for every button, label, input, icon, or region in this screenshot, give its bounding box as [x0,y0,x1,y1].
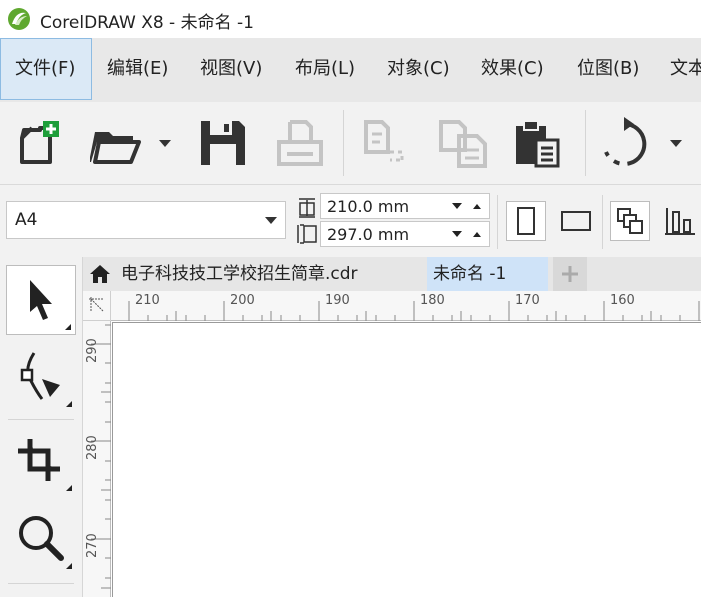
page-height-icon [297,224,317,244]
toolbar-separator [497,195,498,249]
page-border-left [112,322,113,597]
save-icon [201,121,245,165]
toolbar-separator [602,195,603,249]
open-dropdown-arrow[interactable] [159,140,171,147]
page-height-field[interactable]: 297.0 mm [320,221,490,247]
width-decrement-button[interactable] [447,194,467,218]
drawing-canvas[interactable] [112,322,701,597]
cut-button[interactable] [358,116,412,170]
pick-tool[interactable] [6,265,76,335]
window-title: CorelDRAW X8 - 未命名 -1 [40,13,254,33]
ruler-label: 170 [515,293,540,308]
toolbox-separator [8,583,74,584]
page-size-value: A4 [15,210,38,230]
current-page-button[interactable] [660,201,700,241]
menu-text[interactable]: 文本 [656,38,701,100]
ruler-label: 210 [135,293,160,308]
page-border-top [112,322,701,323]
ruler-label: 160 [610,293,635,308]
print-icon [277,120,323,166]
open-folder-icon [90,132,141,164]
chevron-down-icon [265,217,277,224]
undo-icon [604,117,647,166]
document-tab-untitled[interactable]: 未命名 -1 [427,257,548,291]
flyout-indicator [66,485,72,491]
menu-bitmaps[interactable]: 位图(B) [563,38,653,100]
new-tab-button[interactable] [553,257,587,291]
ruler-origin-icon [89,297,104,312]
menu-view[interactable]: 视图(V) [186,38,276,100]
menu-bar: 文件(F) 编辑(E) 视图(V) 布局(L) 对象(C) 效果(C) 位图(B… [0,38,701,102]
save-button[interactable] [196,116,250,170]
flyout-indicator [66,563,72,569]
ruler-label: 270 [85,533,100,558]
magnifier-icon [19,516,64,561]
ruler-label: 190 [325,293,350,308]
ruler-label: 280 [85,435,100,460]
ruler-origin-corner[interactable] [83,291,111,321]
height-increment-button[interactable] [467,222,487,246]
horizontal-ruler[interactable]: 210 200 190 180 170 160 [111,291,701,321]
undo-button[interactable] [598,116,652,170]
document-tab-bar: 电子科技技工学校招生简章.cdr 未命名 -1 [83,257,701,291]
portrait-button[interactable] [506,201,546,241]
page-size-dropdown[interactable]: A4 [6,201,286,239]
paste-icon [516,120,560,168]
standard-toolbar [0,102,701,185]
home-icon [90,265,110,283]
new-document-button[interactable] [10,116,64,170]
open-button[interactable] [90,116,144,170]
menu-edit[interactable]: 编辑(E) [93,38,182,100]
vertical-ruler[interactable]: 290 280 270 [83,321,111,597]
page-width-value: 210.0 mm [327,197,410,216]
flyout-indicator [65,324,71,330]
pointer-arrow-icon [30,280,52,320]
menu-file[interactable]: 文件(F) [0,38,92,100]
page-layout-icon [665,208,695,235]
plus-icon [562,266,578,282]
toolbar-separator [343,110,344,176]
crop-icon [18,439,60,481]
landscape-icon [561,211,591,231]
crop-tool[interactable] [6,425,76,495]
zoom-tool[interactable] [6,503,76,573]
shape-tool[interactable] [6,341,76,411]
ruler-label: 180 [420,293,445,308]
toolbox [0,257,83,597]
toolbox-separator [8,419,74,420]
ruler-label: 200 [230,293,255,308]
document-tab-brochure[interactable]: 电子科技技工学校招生简章.cdr [117,257,427,291]
width-increment-button[interactable] [467,194,487,218]
all-pages-icon [617,208,643,234]
shape-node-icon [20,352,60,400]
ruler-label: 290 [85,338,100,363]
landscape-button[interactable] [556,201,596,241]
copy-icon [439,120,487,168]
menu-layout[interactable]: 布局(L) [281,38,369,100]
page-width-icon [299,198,315,218]
height-decrement-button[interactable] [447,222,467,246]
cut-icon [364,120,404,162]
paste-button[interactable] [512,116,566,170]
copy-button[interactable] [437,116,491,170]
welcome-home-tab[interactable] [83,257,117,291]
coreldraw-logo-icon [8,8,30,30]
all-pages-button[interactable] [610,201,650,241]
menu-effects[interactable]: 效果(C) [467,38,558,100]
print-button[interactable] [273,116,327,170]
title-bar: CorelDRAW X8 - 未命名 -1 [0,0,701,38]
menu-object[interactable]: 对象(C) [373,38,464,100]
flyout-indicator [66,401,72,407]
toolbar-separator [585,110,586,176]
page-width-field[interactable]: 210.0 mm [320,193,490,219]
portrait-icon [517,207,535,235]
property-bar: A4 210.0 mm 297.0 mm [0,185,701,258]
new-document-icon [20,121,59,164]
page-height-value: 297.0 mm [327,225,410,244]
undo-dropdown-arrow[interactable] [670,140,682,147]
